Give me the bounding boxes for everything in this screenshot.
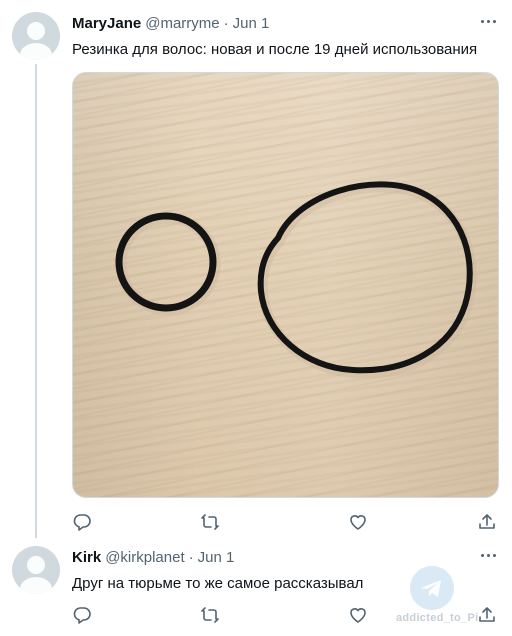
tweet-text: Резинка для волос: новая и после 19 дней… [72, 41, 478, 58]
telegram-icon [410, 566, 454, 610]
avatar[interactable] [12, 546, 60, 594]
separator-dot: · [223, 15, 229, 32]
like-icon[interactable] [348, 512, 368, 532]
share-icon[interactable] [477, 605, 497, 625]
author-handle[interactable]: @kirkplanet [105, 549, 184, 566]
tweet-photo[interactable] [72, 72, 499, 498]
author-handle[interactable]: @marryme [145, 15, 219, 32]
like-icon[interactable] [348, 605, 368, 625]
share-icon[interactable] [477, 512, 497, 532]
retweet-icon[interactable] [200, 605, 220, 625]
tweet-actions [72, 512, 497, 534]
more-options-icon[interactable] [478, 11, 498, 31]
reply-icon[interactable] [72, 605, 92, 625]
tweet-actions [72, 605, 497, 627]
more-options-icon[interactable] [478, 545, 498, 565]
tweet-date[interactable]: Jun 1 [198, 549, 235, 566]
author-name[interactable]: MaryJane [72, 15, 141, 32]
tweet-date[interactable]: Jun 1 [233, 15, 270, 32]
avatar[interactable] [12, 12, 60, 60]
two-hair-ties-photo [115, 181, 477, 379]
tweet-header: MaryJane @marryme · Jun 1 [72, 15, 269, 32]
default-avatar-icon [27, 556, 45, 574]
separator-dot: · [188, 549, 194, 566]
tweet-text: Друг на тюрьме то же самое рассказывал [72, 575, 364, 592]
author-name[interactable]: Kirk [72, 549, 101, 566]
reply-icon[interactable] [72, 512, 92, 532]
tweet-header: Kirk @kirkplanet · Jun 1 [72, 549, 234, 566]
default-avatar-icon [27, 22, 45, 40]
thread-connector-line [35, 64, 37, 538]
retweet-icon[interactable] [200, 512, 220, 532]
